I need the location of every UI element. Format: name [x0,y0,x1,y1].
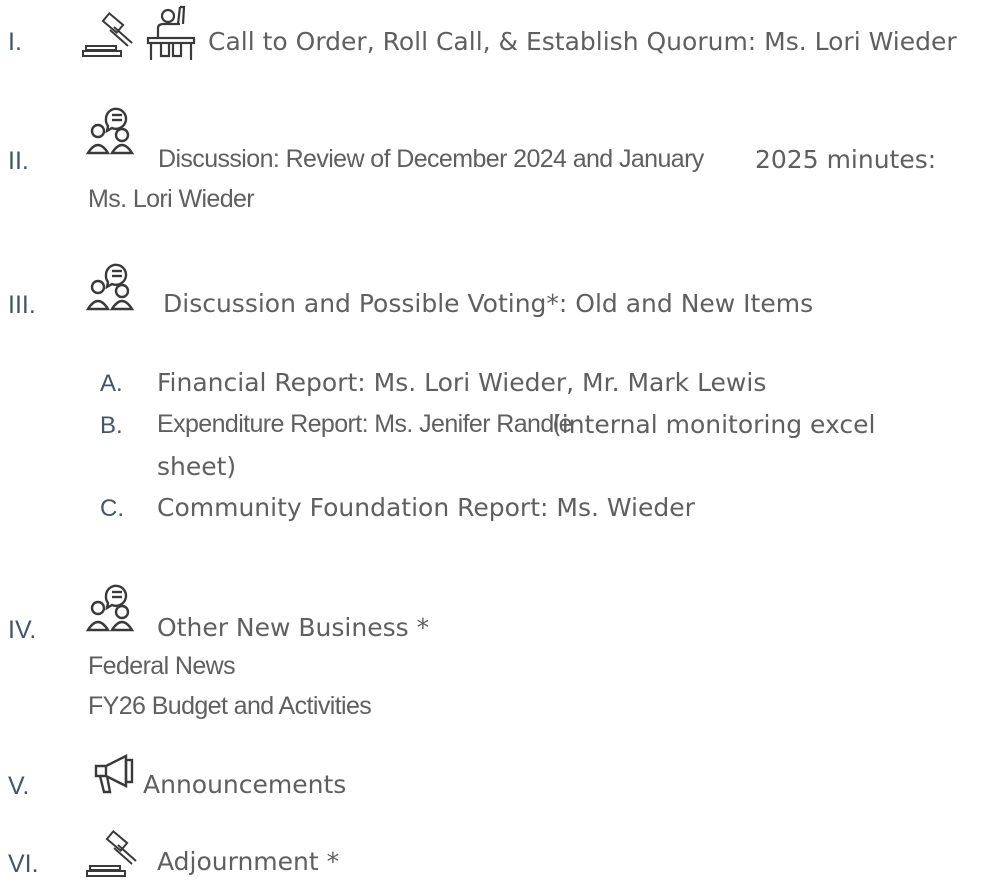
item-presenter: Ms. Lori Wieder [88,185,255,213]
subitem-text: Expenditure Report: Ms. Jenifer Randle [157,410,573,438]
discussion-people-icon [86,257,142,313]
item-numeral: V. [8,772,30,800]
subitem-letter: C. [100,495,124,522]
item-numeral: III. [8,291,36,319]
subitem-text: Community Foundation Report: Ms. Wieder [157,493,695,522]
item-line: FY26 Budget and Activities [88,692,372,720]
gavel-icon [86,830,142,880]
gavel-icon [82,10,138,58]
discussion-people-icon [86,578,142,634]
subitem-text-wrap: sheet) [157,452,237,481]
item-text: Discussion: Review of December 2024 and … [158,145,704,173]
item-line: Federal News [88,652,236,680]
item-text: Adjournment * [157,847,340,876]
subitem-letter: B. [100,412,123,439]
item-text: Other New Business * [157,613,430,642]
megaphone-icon [92,752,140,798]
item-text: Call to Order, Roll Call, & Establish Qu… [208,27,957,56]
discussion-people-icon [86,101,142,157]
item-numeral: IV. [8,616,37,644]
item-text: Discussion and Possible Voting*: Old and… [163,289,814,318]
item-text-cont: 2025 minutes: [755,145,937,174]
raised-hand-podium-icon [142,4,206,64]
subitem-text-cont: (internal monitoring excel [552,410,876,439]
item-numeral: I. [8,28,22,56]
item-numeral: VI. [8,850,39,878]
item-numeral: II. [8,147,29,175]
item-text: Announcements [143,770,347,799]
subitem-letter: A. [100,370,123,397]
subitem-text: Financial Report: Ms. Lori Wieder, Mr. M… [157,368,767,397]
